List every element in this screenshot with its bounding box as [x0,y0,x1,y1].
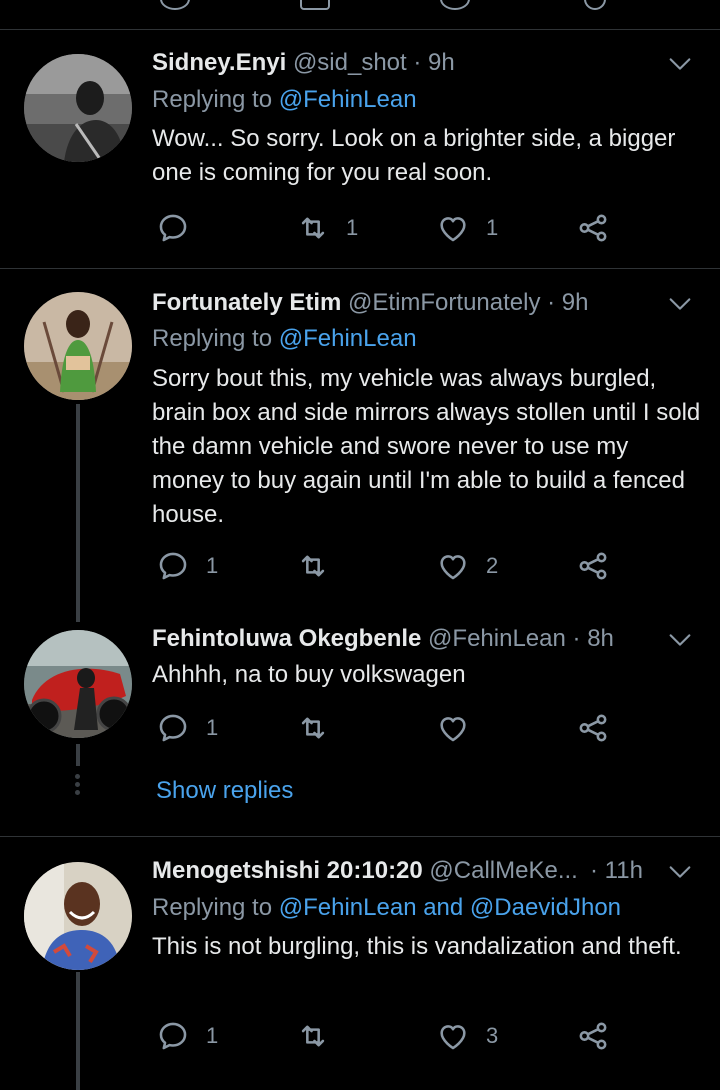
retweet-icon [296,1019,330,1053]
replying-label: Replying to [152,894,273,921]
divider [0,29,720,30]
mention-link[interactable]: @FehinLean [279,86,417,113]
like-icon [436,211,470,245]
retweet-button[interactable] [296,708,346,748]
separator: · [413,49,422,76]
display-name[interactable]: Fortunately Etim [152,289,341,316]
retweet-button[interactable] [296,546,346,586]
like-count: 2 [486,553,499,578]
tweet-header: Sidney.Enyi @sid_shot · 9h [152,48,455,78]
timestamp[interactable]: 11h [605,857,643,884]
user-handle[interactable]: @EtimFortunately [348,289,540,316]
share-button[interactable] [576,208,610,248]
tweet-header: Menogetshishi 20:10:20 @CallMeKe... [152,856,652,886]
share-icon [576,211,610,245]
like-icon [436,711,470,745]
retweet-count: 1 [346,215,359,240]
share-icon [576,1019,610,1053]
chevron-down-icon[interactable] [666,50,694,78]
separator: · [547,289,556,316]
retweet-button[interactable] [296,1016,346,1056]
tweet-header: Fortunately Etim @EtimFortunately · 9h [152,288,589,318]
retweet-button[interactable]: 1 [296,208,358,248]
timestamp[interactable]: 9h [428,49,455,76]
separator: · [590,857,598,884]
reply-icon [156,711,190,745]
reply-icon [156,211,190,245]
tweet-actions: 1 3 [152,1016,632,1056]
thread-line [76,972,80,1090]
thread-line [76,404,80,622]
share-icon [576,711,610,745]
chevron-down-icon[interactable] [666,290,694,318]
display-name[interactable]: Sidney.Enyi [152,49,286,76]
mention-link[interactable]: @FehinLean and @DaevidJhon [279,894,621,921]
like-button[interactable]: 2 [436,546,498,586]
timestamp[interactable]: 8h [587,625,614,652]
separator: · [572,625,581,652]
reply-icon [156,1019,190,1053]
reply-icon [156,549,190,583]
like-icon [436,1019,470,1053]
replying-to: Replying to @FehinLean and @DaevidJhon [152,893,621,923]
like-count: 3 [486,1023,499,1048]
share-button[interactable] [576,546,610,586]
tweet-text: Ahhhh, na to buy volkswagen [152,661,466,688]
display-name[interactable]: Fehintoluwa Okegbenle [152,625,421,652]
divider [0,268,720,269]
share-button[interactable] [576,1016,610,1056]
replying-to: Replying to @FehinLean [152,324,417,354]
tweet-actions: 1 2 [152,546,632,586]
previous-tweet-actions [0,0,720,30]
replying-to: Replying to @FehinLean [152,85,417,115]
tweet-text: Sorry bout this, my vehicle was always b… [152,365,701,528]
avatar[interactable] [24,630,132,738]
like-button[interactable]: 3 [436,1016,498,1056]
retweet-icon [296,549,330,583]
replying-label: Replying to [152,86,273,113]
chevron-down-icon[interactable] [666,858,694,886]
avatar[interactable] [24,292,132,400]
reply-count: 1 [206,553,219,578]
reply-icon[interactable] [160,0,190,10]
share-button[interactable] [576,708,610,748]
like-button[interactable]: 1 [436,208,498,248]
mention-link[interactable]: @FehinLean [279,325,417,352]
like-icon [436,549,470,583]
avatar[interactable] [24,54,132,162]
timestamp[interactable]: 9h [562,289,589,316]
user-handle[interactable]: @FehinLean [428,625,566,652]
divider [0,836,720,837]
like-count: 1 [486,215,499,240]
retweet-icon [296,711,330,745]
reply-button[interactable]: 1 [156,546,218,586]
tweet-time: · 11h [590,856,643,886]
replying-label: Replying to [152,325,273,352]
chevron-down-icon[interactable] [666,626,694,654]
tweet-text: Wow... So sorry. Look on a brighter side… [152,125,676,186]
tweet-actions: 1 1 [152,208,632,248]
retweet-icon [296,211,330,245]
thread-line [76,744,80,766]
avatar[interactable] [24,862,132,970]
user-handle[interactable]: @sid_shot [293,49,407,76]
reply-button[interactable]: 1 [156,708,218,748]
tweet-text: This is not burgling, this is vandalizat… [152,933,682,960]
thread-dots [74,774,82,798]
like-icon[interactable] [440,0,470,10]
tweet-header: Fehintoluwa Okegbenle @FehinLean · 8h [152,624,614,654]
like-button[interactable] [436,708,486,748]
reply-button[interactable] [156,208,206,248]
display-name[interactable]: Menogetshishi 20:10:20 [152,857,423,884]
tweet-actions: 1 [152,708,632,748]
share-icon[interactable] [584,0,606,10]
share-icon [576,549,610,583]
retweet-icon[interactable] [300,0,330,10]
reply-count: 1 [206,715,219,740]
show-replies-link[interactable]: Show replies [156,777,293,805]
reply-count: 1 [206,1023,219,1048]
reply-button[interactable]: 1 [156,1016,218,1056]
user-handle[interactable]: @CallMeKe... [429,857,577,884]
